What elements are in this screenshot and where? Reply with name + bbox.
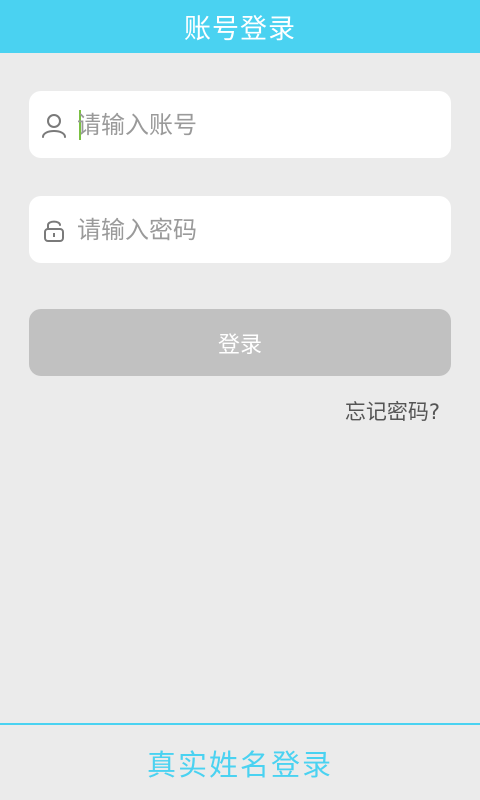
- password-field[interactable]: [29, 196, 451, 263]
- login-button[interactable]: 登录: [29, 309, 451, 376]
- password-input[interactable]: [77, 196, 437, 263]
- login-button-label: 登录: [217, 332, 262, 358]
- page-title: 账号登录: [184, 14, 296, 45]
- forgot-password-link[interactable]: 忘记密码?: [345, 396, 440, 426]
- real-name-login-label: 真实姓名登录: [146, 747, 333, 782]
- account-field[interactable]: [29, 91, 451, 158]
- login-screen: 账号登录 登录 忘记密码? 真实姓名登录: [0, 0, 480, 800]
- real-name-login-button[interactable]: 真实姓名登录: [0, 723, 480, 800]
- lock-icon: [41, 217, 67, 243]
- account-input[interactable]: [77, 91, 437, 158]
- title-bar: 账号登录: [0, 0, 480, 53]
- user-icon: [41, 112, 67, 138]
